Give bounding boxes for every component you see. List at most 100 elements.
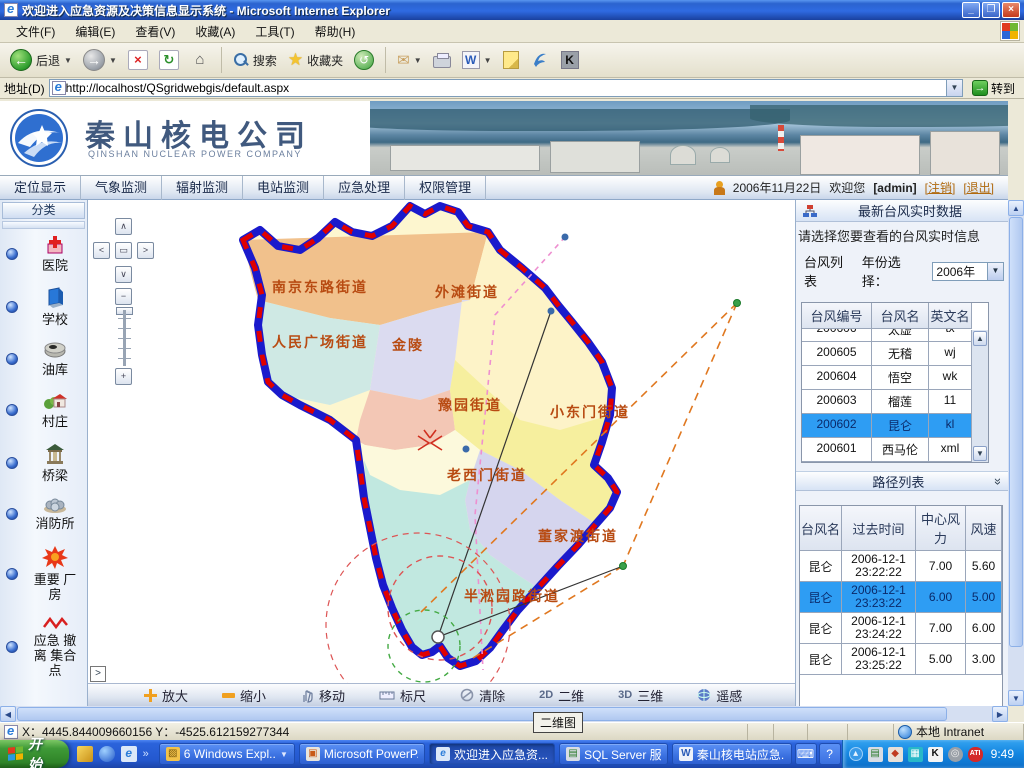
tab-location-display[interactable]: 定位显示	[0, 176, 81, 200]
typhoon-list-label[interactable]: 台风列表	[804, 252, 856, 290]
path-list-header[interactable]: 路径列表 «	[796, 471, 1008, 491]
kaspersky-tray-icon[interactable]: K	[928, 747, 943, 762]
sidebar-item-school[interactable]: 学校	[6, 287, 87, 327]
typhoon-table-scrollbar[interactable]: ▲ ▼	[971, 330, 988, 462]
scroll-up-icon[interactable]: ▲	[973, 331, 987, 346]
sidebar-item-hospital[interactable]: 医院	[6, 235, 87, 273]
group-dropdown-icon[interactable]: ▼	[280, 750, 288, 759]
back-dropdown-icon[interactable]: ▼	[64, 56, 72, 65]
office-tray-icon[interactable]: ◆	[888, 747, 903, 762]
edit-word-button[interactable]: W▼	[458, 49, 496, 71]
track-point-green[interactable]	[734, 300, 741, 307]
pan-down-button[interactable]: ∨	[115, 266, 132, 283]
address-dropdown-icon[interactable]: ▼	[946, 80, 962, 96]
tab-radiation-monitor[interactable]: 辐射监测	[162, 176, 243, 200]
view-3d-tool[interactable]: 3D三维	[618, 686, 663, 705]
status-tray-icon[interactable]: ◎	[948, 747, 963, 762]
menu-tools[interactable]: 工具(T)	[245, 20, 304, 43]
notes-button[interactable]	[499, 49, 523, 71]
scroll-down-icon[interactable]: ▼	[973, 446, 987, 461]
panel-expand-button[interactable]: >	[90, 666, 106, 682]
language-bar-keyboard-button[interactable]: ⌨	[795, 743, 817, 765]
quicklaunch-show-desktop-icon[interactable]	[77, 746, 93, 762]
tab-permission-mgmt[interactable]: 权限管理	[405, 176, 486, 200]
task-ie-emergency-system[interactable]: e 欢迎进入应急资...	[429, 743, 555, 765]
forward-button[interactable]: → ▼	[79, 47, 121, 73]
sidebar-item-assembly-point[interactable]: 应急 撤离 集合点	[6, 616, 87, 678]
address-field[interactable]: ▼	[49, 79, 963, 97]
scroll-right-icon[interactable]: ▶	[992, 706, 1008, 722]
maximize-button[interactable]: ❐	[982, 2, 1000, 18]
stop-button[interactable]: ×	[124, 48, 152, 72]
page-vertical-scrollbar[interactable]: ▲ ▼	[1008, 200, 1024, 706]
task-powerpoint[interactable]: ▣ Microsoft PowerP...	[299, 743, 425, 765]
zoom-in-tool[interactable]: 放大	[144, 686, 188, 705]
typhoon-row[interactable]: 200606太虚tx	[802, 329, 971, 342]
year-select[interactable]: 2006年 ▼	[932, 262, 1004, 281]
horizontal-scroll-thumb[interactable]	[17, 707, 947, 721]
minimize-button[interactable]: _	[962, 2, 980, 18]
pan-left-button[interactable]: <	[93, 242, 110, 259]
clear-tool[interactable]: 清除	[460, 686, 505, 705]
track-point-blue[interactable]	[562, 234, 569, 241]
typhoon-center-point[interactable]	[432, 631, 444, 643]
vertical-scroll-thumb[interactable]	[1009, 217, 1023, 647]
pan-tool[interactable]: 移动	[300, 686, 345, 705]
zoom-out-tool[interactable]: 缩小	[222, 686, 266, 705]
full-extent-button[interactable]: ▭	[115, 242, 132, 259]
collapse-chevron-icon[interactable]: «	[989, 477, 1004, 484]
mail-button[interactable]: ✉▼	[393, 49, 426, 71]
menu-favorites[interactable]: 收藏(A)	[185, 20, 245, 43]
map-area[interactable]: 南京东路街道 外滩街道 人民广场街道 金陵 豫园街道 小东门街道 老西门街道 董…	[88, 200, 795, 706]
messenger-button[interactable]	[526, 48, 554, 72]
address-input[interactable]	[66, 81, 946, 95]
sidebar-item-fire-station[interactable]: 消防所	[6, 497, 87, 531]
start-button[interactable]: 开始	[0, 740, 69, 768]
year-select-dropdown-icon[interactable]: ▼	[987, 263, 1003, 280]
path-row[interactable]: 昆仑2006-12-1 23:22:22 7.005.60	[800, 551, 1002, 582]
refresh-button[interactable]: ↻	[155, 48, 183, 72]
typhoon-row-selected[interactable]: 200602昆仑kl	[802, 414, 971, 438]
print-button[interactable]	[429, 50, 455, 70]
ati-tray-icon[interactable]: ATI	[968, 747, 983, 762]
ruler-tool[interactable]: 标尺	[379, 686, 426, 705]
menu-edit[interactable]: 编辑(E)	[65, 20, 125, 43]
track-point-blue[interactable]	[548, 308, 555, 315]
tab-emergency-handling[interactable]: 应急处理	[324, 176, 405, 200]
zoom-slider-plus-button[interactable]: +	[115, 368, 132, 385]
search-button[interactable]: 搜索	[229, 50, 281, 71]
pan-up-button[interactable]: ∧	[115, 218, 132, 235]
task-word-document[interactable]: W 秦山核电站应急...	[672, 743, 792, 765]
logout-link[interactable]: [注销]	[925, 179, 956, 196]
back-button[interactable]: ← 后退 ▼	[6, 47, 76, 73]
scroll-left-icon[interactable]: ◀	[0, 706, 16, 722]
sidebar-item-bridge[interactable]: 桥梁	[6, 443, 87, 483]
typhoon-row[interactable]: 200603榴莲11	[802, 390, 971, 414]
menu-help[interactable]: 帮助(H)	[305, 20, 366, 43]
scroll-up-icon[interactable]: ▲	[1008, 200, 1024, 216]
favorites-button[interactable]: ★ 收藏夹	[284, 49, 347, 71]
task-sql-server[interactable]: ▤ SQL Server 服务...	[559, 743, 668, 765]
clock[interactable]: 9:49	[991, 747, 1014, 761]
district-map[interactable]: 南京东路街道 外滩街道 人民广场街道 金陵 豫园街道 小东门街道 老西门街道 董…	[88, 200, 795, 683]
typhoon-row[interactable]: 200604悟空wk	[802, 366, 971, 390]
history-button[interactable]: ↺	[350, 48, 378, 72]
exit-link[interactable]: [退出]	[963, 179, 994, 196]
menu-view[interactable]: 查看(V)	[125, 20, 185, 43]
home-button[interactable]: ⌂	[186, 48, 214, 72]
quicklaunch-media-player-icon[interactable]	[99, 746, 115, 762]
sidebar-item-oil-depot[interactable]: 油库	[6, 341, 87, 377]
menu-file[interactable]: 文件(F)	[6, 20, 65, 43]
language-bar-help-button[interactable]: ?	[819, 743, 841, 765]
typhoon-row[interactable]: 200601西马伦xml	[802, 438, 971, 462]
zoom-slider-minus-button[interactable]: −	[115, 288, 132, 305]
page-horizontal-scrollbar[interactable]: ◀ ▶	[0, 706, 1008, 722]
task-windows-explorer-group[interactable]: ▨ 6 Windows Expl... ▼	[159, 743, 295, 765]
view-2d-tool[interactable]: 2D二维	[539, 686, 584, 705]
pan-right-button[interactable]: >	[137, 242, 154, 259]
quicklaunch-overflow-icon[interactable]: »	[143, 748, 149, 760]
sql-tray-icon[interactable]: ▤	[868, 747, 883, 762]
sidebar-item-village[interactable]: 村庄	[6, 391, 87, 429]
scroll-down-icon[interactable]: ▼	[1008, 690, 1024, 706]
track-point-blue[interactable]	[463, 446, 470, 453]
